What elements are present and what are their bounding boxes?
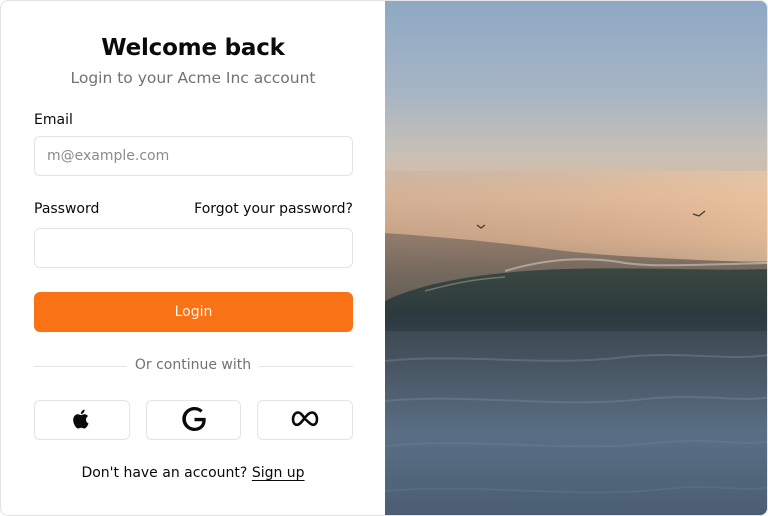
email-field[interactable] — [34, 136, 353, 176]
ocean-sunset-image — [385, 1, 767, 515]
meta-icon — [291, 410, 319, 431]
signup-prompt-text: Don't have an account? — [81, 465, 248, 481]
google-login-button[interactable] — [146, 400, 241, 440]
signup-link[interactable]: Sign up — [252, 465, 305, 481]
apple-icon — [71, 407, 93, 434]
page-subtitle: Login to your Acme Inc account — [70, 69, 316, 87]
google-icon — [181, 406, 206, 434]
page-title: Welcome back — [101, 35, 285, 61]
signup-prompt: Don't have an account? Sign up — [1, 465, 385, 481]
divider-label: Or continue with — [1, 357, 385, 373]
meta-login-button[interactable] — [257, 400, 353, 440]
forgot-password-link[interactable]: Forgot your password? — [194, 201, 353, 217]
hero-image — [385, 1, 767, 515]
password-label: Password — [34, 201, 100, 217]
email-label: Email — [34, 112, 73, 128]
apple-login-button[interactable] — [34, 400, 130, 440]
login-button[interactable]: Login — [34, 292, 353, 332]
login-card: Welcome back Login to your Acme Inc acco… — [0, 0, 768, 516]
login-form-panel: Welcome back Login to your Acme Inc acco… — [1, 1, 385, 515]
password-field[interactable] — [34, 228, 353, 268]
